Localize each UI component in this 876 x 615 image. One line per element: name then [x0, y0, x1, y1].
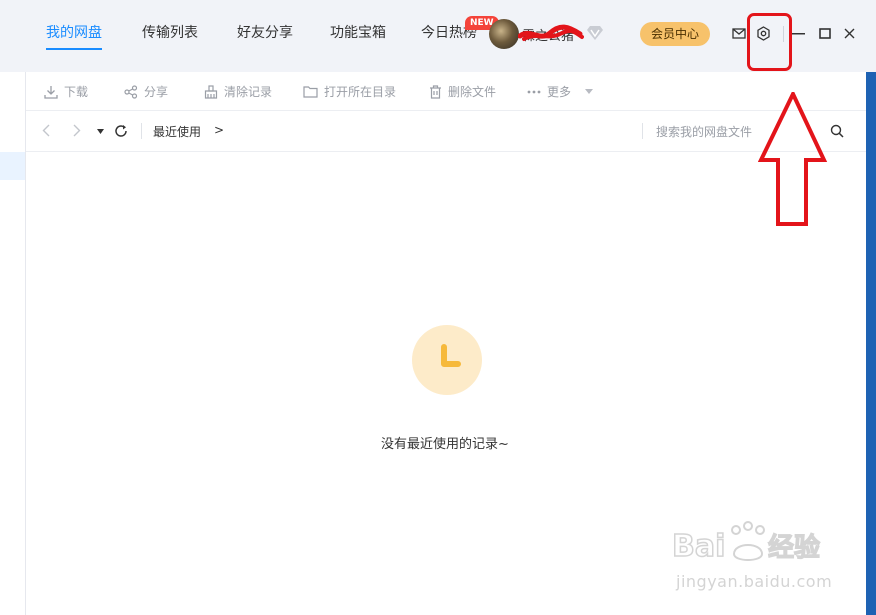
more-icon — [527, 90, 541, 93]
avatar[interactable] — [489, 19, 519, 49]
sidebar — [0, 72, 26, 615]
refresh-icon[interactable] — [114, 124, 128, 138]
breadcrumb[interactable]: 最近使用 — [153, 123, 201, 140]
clear-icon — [204, 84, 218, 99]
forward-icon[interactable] — [73, 124, 81, 137]
nav-separator — [141, 123, 142, 139]
minimize-icon[interactable] — [792, 33, 805, 35]
delete-file-label: 删除文件 — [448, 85, 497, 99]
clear-records-button[interactable]: 清除记录 — [204, 83, 272, 100]
search-separator — [642, 123, 643, 139]
more-button[interactable]: 更多 — [527, 83, 594, 100]
tab-my-netdisk[interactable]: 我的网盘 — [46, 22, 102, 42]
annotation-arrow — [758, 92, 828, 226]
close-icon[interactable] — [844, 28, 855, 39]
svg-text:Bai: Bai — [672, 529, 725, 564]
tab-friend-share[interactable]: 好友分享 — [237, 22, 293, 42]
tab-toolbox[interactable]: 功能宝箱 — [330, 22, 386, 42]
vip-diamond-icon — [587, 26, 603, 40]
download-button[interactable]: 下载 — [44, 83, 88, 100]
sidebar-selected-item[interactable] — [0, 152, 25, 180]
folder-icon — [303, 86, 318, 98]
share-icon — [124, 84, 138, 99]
download-icon — [44, 85, 58, 99]
file-toolbar: 下载 分享 清除记录 打开所在目录 删除文件 更多 — [26, 72, 866, 111]
watermark-url: jingyan.baidu.com — [676, 572, 833, 591]
empty-state-message: 没有最近使用的记录~ — [381, 437, 509, 452]
top-navigation-bar: 我的网盘 传输列表 好友分享 功能宝箱 今日热榜 NEW 霖之公猪 会员中心 — [0, 0, 876, 73]
vip-center-button[interactable]: 会员中心 — [640, 22, 710, 46]
share-button[interactable]: 分享 — [124, 83, 168, 100]
more-label: 更多 — [547, 85, 572, 99]
clear-records-label: 清除记录 — [224, 85, 273, 99]
search-icon[interactable] — [830, 124, 844, 138]
annotation-highlight-box — [747, 13, 792, 71]
active-tab-indicator — [46, 48, 102, 50]
breadcrumb-arrow[interactable]: > — [214, 123, 224, 137]
back-icon[interactable] — [42, 124, 50, 137]
path-navigation-bar: 最近使用 > — [26, 111, 866, 152]
open-folder-button[interactable]: 打开所在目录 — [303, 83, 396, 100]
share-label: 分享 — [144, 85, 169, 99]
delete-file-button[interactable]: 删除文件 — [429, 83, 496, 100]
open-folder-label: 打开所在目录 — [324, 85, 397, 99]
mail-icon[interactable] — [732, 28, 746, 39]
clock-icon — [412, 325, 482, 395]
maximize-icon[interactable] — [819, 28, 831, 39]
trash-icon — [430, 84, 441, 99]
svg-text:经验: 经验 — [768, 532, 820, 563]
baidu-watermark-logo: Bai 经验 — [672, 521, 821, 565]
caret-down-icon — [585, 89, 594, 94]
history-dropdown-icon[interactable] — [97, 129, 104, 134]
window-edge — [866, 72, 876, 615]
redaction-scribble — [518, 24, 584, 41]
tab-transfer-list[interactable]: 传输列表 — [142, 22, 198, 42]
download-label: 下载 — [64, 85, 89, 99]
